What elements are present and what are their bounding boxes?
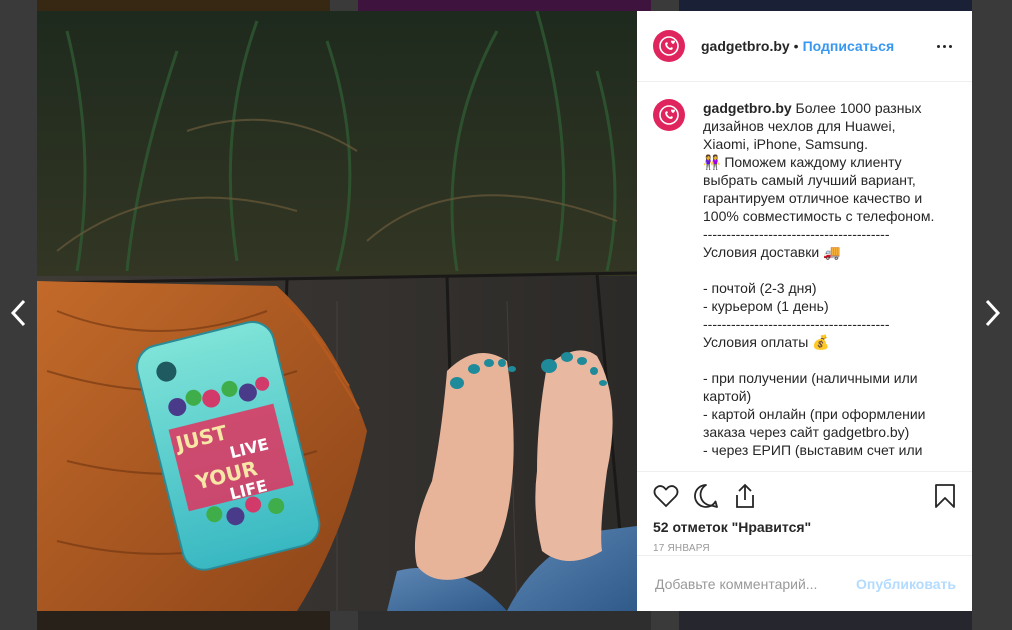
publish-button[interactable]: Опубликовать xyxy=(856,576,956,592)
separator-dot: • xyxy=(793,38,799,54)
post-header: gadgetbro.by • Подписаться xyxy=(637,11,972,82)
background-tile-top-left[interactable] xyxy=(37,0,330,11)
save-button[interactable] xyxy=(934,483,956,509)
bookmark-icon xyxy=(935,484,955,508)
caption-text: gadgetbro.by Более 1000 разных дизайнов … xyxy=(703,99,943,459)
heart-icon xyxy=(653,485,679,508)
post-panel: gadgetbro.by • Подписаться gadgetbro.by … xyxy=(637,11,972,611)
comments-area[interactable]: gadgetbro.by Более 1000 разных дизайнов … xyxy=(637,83,972,471)
caption-body: Более 1000 разных дизайнов чехлов для Hu… xyxy=(703,100,935,458)
share-button[interactable] xyxy=(733,483,757,509)
comment-button[interactable] xyxy=(693,483,719,509)
post-actions: 52 отметок "Нравится" 17 ЯНВАРЯ xyxy=(637,471,972,555)
brand-logo-icon xyxy=(659,36,679,56)
chevron-left-icon xyxy=(10,299,26,327)
more-options-button[interactable] xyxy=(933,41,956,52)
previous-post-button[interactable] xyxy=(3,295,33,331)
caption-username[interactable]: gadgetbro.by xyxy=(703,100,792,116)
post-photo: JUST LIVE YOUR LIFE xyxy=(37,11,637,611)
comment-input[interactable] xyxy=(653,574,857,593)
more-dot xyxy=(943,44,946,48)
next-post-button[interactable] xyxy=(978,295,1008,331)
likes-count[interactable]: 52 отметок "Нравится" xyxy=(653,519,956,535)
follow-button[interactable]: Подписаться xyxy=(803,38,895,54)
chevron-right-icon xyxy=(985,299,1001,327)
username-link[interactable]: gadgetbro.by xyxy=(701,38,790,54)
background-tile-bottom-middle[interactable] xyxy=(358,611,651,630)
caption: gadgetbro.by Более 1000 разных дизайнов … xyxy=(653,99,956,459)
background-tile-top-middle[interactable] xyxy=(358,0,651,11)
share-upload-icon xyxy=(736,483,754,508)
more-dots-icon xyxy=(937,44,940,48)
background-tile-top-right[interactable] xyxy=(679,0,972,11)
caption-avatar[interactable] xyxy=(653,99,685,131)
comment-bubble-icon xyxy=(694,484,718,508)
post-date[interactable]: 17 ЯНВАРЯ xyxy=(653,543,956,554)
post-modal: JUST LIVE YOUR LIFE gadgetbro.by • Подпи… xyxy=(37,11,972,611)
more-dot xyxy=(949,44,952,48)
like-button[interactable] xyxy=(653,484,679,508)
post-image[interactable]: JUST LIVE YOUR LIFE xyxy=(37,11,637,611)
brand-logo-icon xyxy=(659,105,679,125)
add-comment-form: Опубликовать xyxy=(637,555,972,611)
avatar[interactable] xyxy=(653,30,685,62)
background-tile-bottom-right[interactable] xyxy=(679,611,972,630)
background-tile-bottom-left[interactable] xyxy=(37,611,330,630)
